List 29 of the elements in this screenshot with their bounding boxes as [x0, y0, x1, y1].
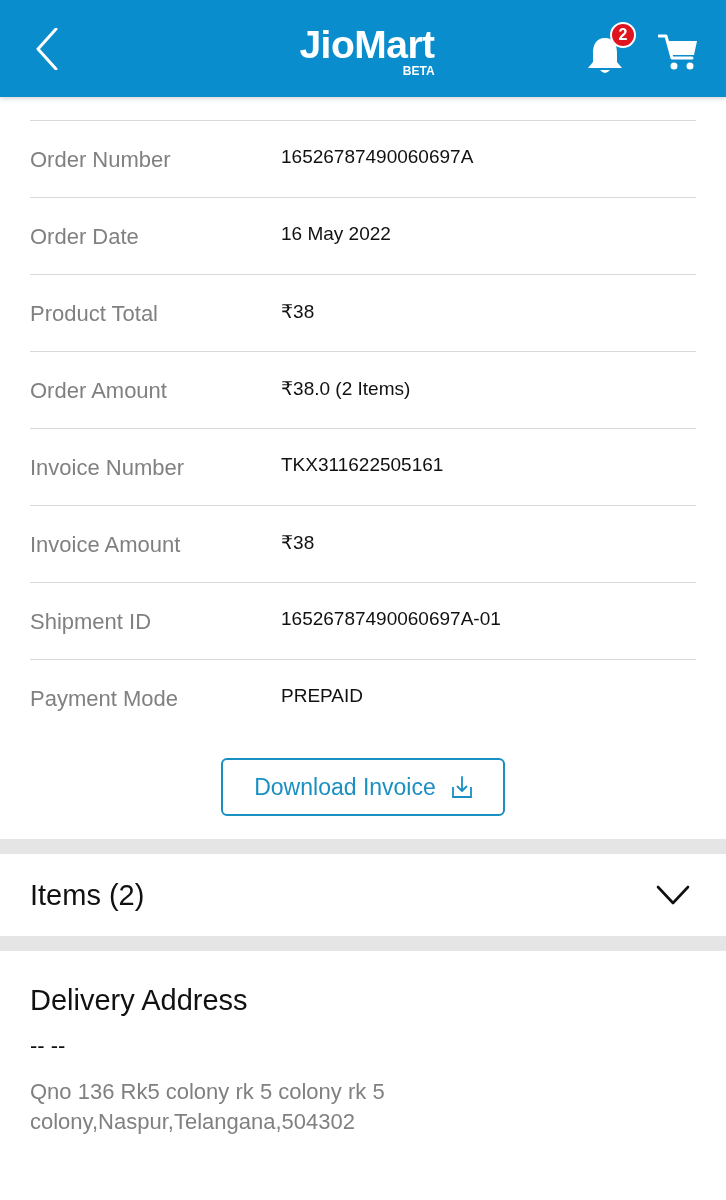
- detail-value: 16526787490060697A-01: [281, 608, 502, 630]
- section-title: Delivery Address: [30, 983, 249, 1017]
- download-invoice-button[interactable]: Download Invoice: [221, 758, 505, 816]
- logo-tag: BETA: [402, 65, 435, 78]
- detail-value: 16 May 2022: [281, 223, 392, 245]
- recipient-name: -- --: [30, 1032, 67, 1060]
- detail-label: Invoice Number: [30, 454, 186, 481]
- detail-value: PREPAID: [281, 685, 364, 707]
- detail-value: TKX311622505161: [281, 454, 445, 476]
- chevron-icon: [656, 885, 690, 905]
- detail-label: Order Date: [30, 223, 140, 250]
- detail-value: ₹38.0 (2 Items): [281, 376, 412, 400]
- notifications-button[interactable]: 2: [586, 21, 636, 76]
- detail-value: ₹38: [281, 530, 316, 554]
- notification-badge: 2: [610, 21, 636, 48]
- address-text: Qno 136 Rk5 colony rk 5 colony rk 5 colony,Naspur,Telangana,504302: [30, 1078, 386, 1136]
- detail-label: Invoice Amount: [30, 531, 182, 558]
- back-icon: [36, 27, 58, 70]
- detail-label: Product Total: [30, 300, 159, 327]
- detail-value: 16526787490060697A: [281, 146, 475, 168]
- download-icon: [451, 776, 472, 798]
- detail-value: ₹38: [281, 299, 316, 323]
- detail-label: Payment Mode: [30, 685, 179, 712]
- detail-label: Shipment ID: [30, 608, 153, 635]
- detail-label: Order Amount: [30, 377, 168, 404]
- cart-icon: [658, 32, 698, 71]
- detail-label: Order Number: [30, 146, 172, 173]
- logo-text: JioMart: [299, 25, 435, 65]
- back-button[interactable]: [36, 27, 58, 70]
